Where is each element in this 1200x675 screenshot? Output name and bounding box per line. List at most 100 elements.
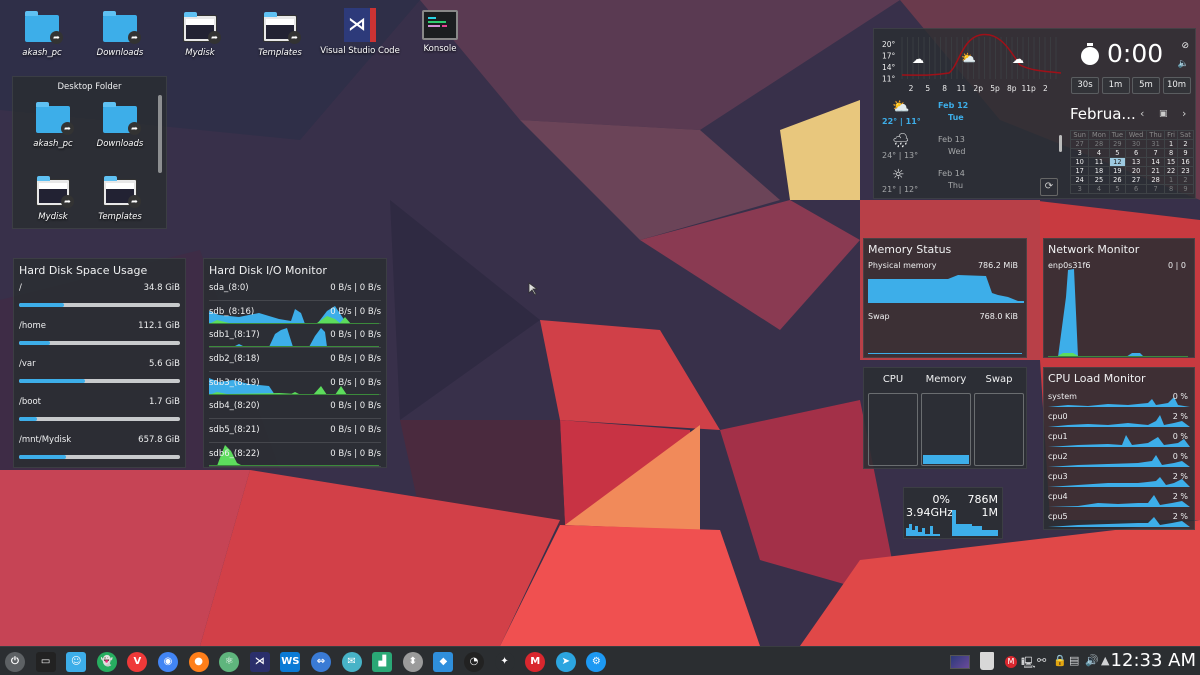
refresh-button[interactable]: ⟳ [1040,178,1058,196]
timer-preset-button[interactable]: 30s [1071,77,1099,94]
desktop-icon-konsole[interactable]: Konsole [400,10,480,54]
timer-preset-button[interactable]: 10m [1162,77,1191,94]
calendar-day[interactable]: 1 [1164,175,1178,185]
desktop-icon-templates[interactable]: ➦ Templates [240,10,320,58]
folder-item-downloads[interactable]: ➦ Downloads [90,101,150,149]
no-repeat-icon[interactable]: ⊘ [1181,41,1189,51]
launcher-teamviewer[interactable]: ⇔ [311,652,331,672]
launcher-audio-recorder[interactable]: ⬍ [402,652,423,672]
timer-preset-button[interactable]: 1m [1101,77,1130,94]
next-month-button[interactable]: › [1182,107,1186,120]
calendar-day[interactable]: 20 [1125,166,1148,176]
calendar-day[interactable]: 7 [1146,148,1166,158]
calendar-day[interactable]: 8 [1164,148,1178,158]
calendar-day[interactable]: 27 [1069,139,1090,149]
desktop-icon-label: Konsole [423,44,457,54]
launcher-disk-usage[interactable]: ◔ [464,652,484,672]
calendar-day[interactable]: 10 [1069,157,1090,167]
launcher-red-app[interactable]: ✦ [494,652,515,672]
calendar-day[interactable]: 30 [1125,139,1148,149]
prev-month-button[interactable]: ‹ [1140,107,1144,120]
forecast-day[interactable]: ⛅ 22° | 11° Feb 12 Tue [878,99,1058,133]
calendar-day[interactable]: 23 [1176,166,1195,176]
calendar-day[interactable]: 28 [1088,139,1110,149]
desktop-icon-vscode[interactable]: ⋊ Visual Studio Code [320,8,400,56]
calendar-day[interactable]: 11 [1088,157,1110,167]
mega-sync-icon[interactable]: M [1005,656,1017,668]
calendar-day[interactable]: 17 [1069,166,1090,176]
calendar-day-today[interactable]: 12 [1108,157,1127,167]
today-button[interactable]: ▣ [1159,109,1168,119]
launcher-mail[interactable]: ✉ [341,652,362,672]
scrollbar[interactable] [158,95,162,173]
calendar-day[interactable]: 27 [1125,175,1148,185]
launcher-settings[interactable]: ⚙ [586,652,607,672]
calendar-day[interactable]: 9 [1176,184,1195,194]
launcher-power[interactable]: ⏻ [5,652,25,672]
launcher-vivaldi[interactable]: V [127,652,148,672]
forecast-day[interactable]: 🌧 24° | 13° Feb 13 Wed [878,133,1058,167]
calendar-day[interactable]: 8 [1164,184,1178,194]
calendar-day[interactable]: 3 [1069,148,1090,158]
calendar-day[interactable]: 7 [1146,184,1166,194]
calendar-day[interactable]: 9 [1176,148,1195,158]
calendar-day[interactable]: 31 [1146,139,1166,149]
calendar-day[interactable]: 6 [1125,148,1148,158]
calendar-day[interactable]: 4 [1088,148,1110,158]
launcher-telegram[interactable]: ➤ [555,652,576,672]
desktop-icon-akash-pc[interactable]: ➦ akash_pc [2,10,82,58]
desktop-icon-downloads[interactable]: ➦ Downloads [80,10,160,58]
calendar-day[interactable]: 3 [1069,184,1090,194]
calendar-day[interactable]: 24 [1069,175,1090,185]
calendar-day[interactable]: 26 [1108,175,1127,185]
clipboard-icon[interactable]: ▤ [1069,654,1079,667]
folder-item-akash-pc[interactable]: ➦ akash_pc [23,101,83,149]
launcher-vscode[interactable]: ⋊ [249,652,270,672]
calendar-day[interactable]: 5 [1108,148,1127,158]
calendar-day[interactable]: 2 [1176,139,1195,149]
network-icon[interactable]: 🖳 [1021,654,1036,673]
forecast-scrollbar[interactable] [1059,135,1062,152]
calendar-day[interactable]: 29 [1108,139,1127,149]
calendar-day[interactable]: 13 [1125,157,1148,167]
launcher-system-monitor[interactable]: ▟ [372,652,393,672]
calendar-day[interactable]: 4 [1088,184,1110,194]
calendar-day[interactable]: 1 [1164,139,1178,149]
launcher-webstorm[interactable]: WS [280,652,301,672]
lock-icon[interactable]: 🔒 [1053,654,1067,667]
desktop-icon-mydisk[interactable]: ➦ Mydisk [160,10,240,58]
launcher-konsole[interactable]: ▭ [35,652,56,672]
trash-icon[interactable] [980,652,994,670]
pager-desktop[interactable] [950,655,970,669]
launcher-software-store[interactable]: ◆ [433,652,454,672]
launcher-mega[interactable]: M [525,652,546,672]
partly-cloudy-icon: ⛅ [892,99,910,115]
calendar-day[interactable]: 15 [1164,157,1178,167]
calendar-day[interactable]: 14 [1146,157,1166,167]
timer-value[interactable]: 0:00 [1107,39,1163,68]
sound-icon[interactable]: 🔈 [1178,59,1189,69]
launcher-firefox[interactable]: ● [188,652,209,672]
calendar-day[interactable]: 19 [1108,166,1127,176]
folder-item-templates[interactable]: ➦ Templates [90,174,150,222]
folder-item-mydisk[interactable]: ➦ Mydisk [23,174,83,222]
launcher-ghost-app[interactable]: 👻 [96,652,117,672]
timer-preset-button[interactable]: 5m [1132,77,1160,94]
calendar-day[interactable]: 18 [1088,166,1110,176]
forecast-day[interactable]: ☼ 21° | 12° Feb 14 Thu [878,167,1058,201]
show-hidden-icon[interactable]: ▲ [1101,654,1109,667]
calendar-day[interactable]: 28 [1146,175,1166,185]
calendar-day[interactable]: 22 [1164,166,1178,176]
volume-icon[interactable]: 🔊 [1085,654,1099,667]
calendar-day[interactable]: 16 [1176,157,1195,167]
launcher-file-manager[interactable]: ☺ [66,652,87,672]
calendar-day[interactable]: 6 [1125,184,1148,194]
launcher-chrome[interactable]: ◉ [158,652,178,672]
calendar-day[interactable]: 2 [1176,175,1195,185]
taskbar-clock[interactable]: 12:33 AM [1111,650,1196,671]
launcher-atom[interactable]: ⚛ [219,652,240,672]
kde-connect-icon[interactable]: ⚯ [1037,654,1046,667]
calendar-day[interactable]: 25 [1088,175,1110,185]
calendar-day[interactable]: 21 [1146,166,1166,176]
calendar-day[interactable]: 5 [1108,184,1127,194]
